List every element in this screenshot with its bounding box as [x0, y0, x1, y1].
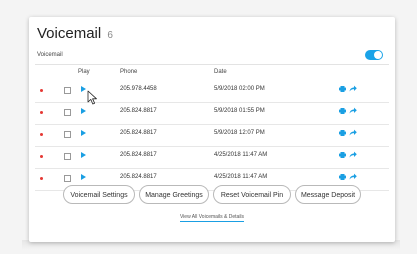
phone-number: 205.824.8817: [120, 152, 157, 158]
cursor-icon: [87, 90, 97, 105]
printer-icon[interactable]: [339, 130, 346, 136]
view-all-link-wrap: View All Voicemails & Details: [29, 214, 395, 222]
phone-number: 205.978.4458: [120, 86, 157, 92]
header-divider: [35, 64, 389, 65]
column-header-date: Date: [214, 69, 227, 75]
view-all-voicemails-link[interactable]: View All Voicemails & Details: [179, 214, 245, 222]
row-checkbox[interactable]: [64, 131, 71, 138]
unread-dot-icon: [40, 111, 43, 114]
voicemail-date: 4/25/2018 11:47 AM: [214, 174, 268, 180]
phone-number: 205.824.8817: [120, 130, 157, 136]
play-icon[interactable]: [81, 108, 86, 114]
voicemail-toggle[interactable]: [365, 50, 383, 60]
toggle-knob: [374, 51, 382, 59]
table-row: 205.824.8817 4/25/2018 11:47 AM: [35, 147, 389, 169]
title-label: Voicemail: [37, 25, 102, 42]
column-header-phone: Phone: [120, 69, 138, 75]
play-icon[interactable]: [81, 174, 86, 180]
forward-icon[interactable]: [349, 151, 357, 158]
unread-dot-icon: [40, 89, 43, 92]
voicemail-card: Voicemail 6 Voicemail Play Phone Date 20…: [29, 17, 395, 242]
forward-icon[interactable]: [349, 173, 357, 180]
printer-icon[interactable]: [339, 174, 346, 180]
row-checkbox[interactable]: [64, 87, 71, 94]
reset-voicemail-pin-button[interactable]: Reset Voicemail Pin: [213, 185, 291, 204]
voicemail-date: 5/9/2018 12:07 PM: [214, 130, 265, 136]
printer-icon[interactable]: [339, 86, 346, 92]
table-row: 205.824.8817 5/9/2018 12:07 PM: [35, 125, 389, 147]
forward-icon[interactable]: [349, 107, 357, 114]
play-icon[interactable]: [81, 86, 86, 92]
printer-icon[interactable]: [339, 152, 346, 158]
phone-number: 205.824.8817: [120, 108, 157, 114]
play-icon[interactable]: [81, 130, 86, 136]
row-checkbox[interactable]: [64, 109, 71, 116]
phone-number: 205.824.8817: [120, 174, 157, 180]
page-title: Voicemail 6: [37, 25, 113, 42]
column-header-play: Play: [78, 69, 90, 75]
forward-icon[interactable]: [349, 129, 357, 136]
row-checkbox[interactable]: [64, 153, 71, 160]
play-icon[interactable]: [81, 152, 86, 158]
voicemail-date: 5/9/2018 02:00 PM: [214, 86, 265, 92]
row-checkbox[interactable]: [64, 175, 71, 182]
voicemail-date: 5/9/2018 01:55 PM: [214, 108, 265, 114]
forward-icon[interactable]: [349, 85, 357, 92]
voicemail-date: 4/25/2018 11:47 AM: [214, 152, 268, 158]
unread-dot-icon: [40, 177, 43, 180]
section-label: Voicemail: [37, 52, 63, 58]
table-row: 205.824.8817 5/9/2018 01:55 PM: [35, 103, 389, 125]
unread-dot-icon: [40, 155, 43, 158]
voicemail-count: 6: [107, 30, 113, 41]
printer-icon[interactable]: [339, 108, 346, 114]
voicemail-settings-button[interactable]: Voicemail Settings: [63, 185, 135, 204]
manage-greetings-button[interactable]: Manage Greetings: [139, 185, 209, 204]
unread-dot-icon: [40, 133, 43, 136]
message-deposit-button[interactable]: Message Deposit: [295, 185, 361, 204]
